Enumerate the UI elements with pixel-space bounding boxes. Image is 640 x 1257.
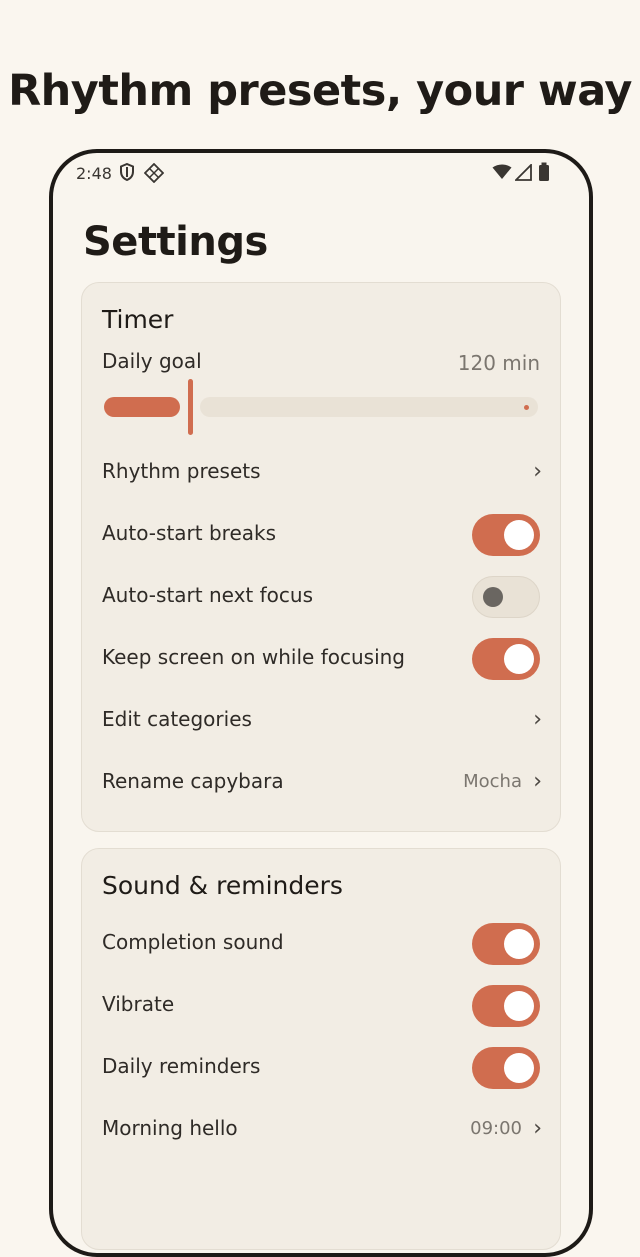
auto-start-next-focus-row: Auto-start next focus — [82, 569, 560, 625]
capybara-name-value: Mocha — [463, 771, 522, 792]
edit-categories-label: Edit categories — [102, 707, 252, 731]
page-title: Settings — [83, 219, 268, 265]
toggle-knob — [504, 991, 534, 1021]
edit-categories-row[interactable]: Edit categories › — [82, 693, 560, 749]
morning-hello-time: 09:00 — [470, 1118, 522, 1139]
auto-start-breaks-toggle[interactable] — [472, 514, 540, 556]
daily-goal-slider[interactable] — [102, 377, 540, 437]
auto-start-next-focus-label: Auto-start next focus — [102, 583, 313, 607]
status-time: 2:48 — [76, 164, 112, 183]
chevron-right-icon: › — [533, 1116, 542, 1141]
chevron-right-icon: › — [533, 707, 542, 732]
daily-reminders-toggle[interactable] — [472, 1047, 540, 1089]
toggle-knob — [504, 520, 534, 550]
toggle-knob — [504, 1053, 534, 1083]
auto-start-next-focus-toggle[interactable] — [472, 576, 540, 618]
chevron-right-icon: › — [533, 459, 542, 484]
vibrate-toggle[interactable] — [472, 985, 540, 1027]
keep-screen-on-toggle[interactable] — [472, 638, 540, 680]
timer-section-title: Timer — [102, 305, 174, 334]
chevron-right-icon: › — [533, 769, 542, 794]
daily-reminders-row: Daily reminders — [82, 1040, 560, 1096]
sound-section-title: Sound & reminders — [102, 871, 343, 900]
rename-capybara-row[interactable]: Rename capybara Mocha › — [82, 755, 560, 811]
slider-stop-indicator — [524, 405, 529, 410]
keep-screen-on-label: Keep screen on while focusing — [102, 645, 405, 669]
promo-headline: Rhythm presets, your way — [8, 66, 632, 116]
phone-frame: 2:48 Settings Timer Daily goal 120 min R… — [49, 149, 593, 1257]
completion-sound-label: Completion sound — [102, 930, 284, 954]
daily-goal-label: Daily goal — [102, 349, 202, 373]
completion-sound-toggle[interactable] — [472, 923, 540, 965]
daily-reminders-label: Daily reminders — [102, 1054, 261, 1078]
vibrate-row: Vibrate — [82, 978, 560, 1034]
slider-thumb[interactable] — [188, 379, 193, 435]
rename-capybara-label: Rename capybara — [102, 769, 284, 793]
status-bar: 2:48 — [53, 153, 589, 193]
completion-sound-row: Completion sound — [82, 916, 560, 972]
auto-start-breaks-label: Auto-start breaks — [102, 521, 277, 545]
morning-hello-label: Morning hello — [102, 1116, 238, 1140]
cell-signal-icon — [515, 164, 532, 181]
slider-active-track — [104, 397, 180, 417]
slider-inactive-track — [200, 397, 538, 417]
shield-icon — [120, 163, 134, 181]
vibrate-label: Vibrate — [102, 992, 175, 1016]
sound-reminders-card: Sound & reminders Completion sound Vibra… — [81, 848, 561, 1250]
morning-hello-row[interactable]: Morning hello 09:00 › — [82, 1102, 560, 1158]
battery-icon — [539, 162, 549, 181]
rhythm-presets-label: Rhythm presets — [102, 459, 261, 483]
toggle-knob — [504, 929, 534, 959]
rhythm-presets-row[interactable]: Rhythm presets › — [82, 445, 560, 501]
keep-screen-on-row: Keep screen on while focusing — [82, 631, 560, 687]
wifi-icon — [492, 164, 512, 179]
toggle-knob — [483, 587, 503, 607]
auto-start-breaks-row: Auto-start breaks — [82, 507, 560, 563]
timer-card: Timer Daily goal 120 min Rhythm presets … — [81, 282, 561, 832]
toggle-knob — [504, 644, 534, 674]
diamond-grid-icon — [144, 163, 164, 183]
daily-goal-value: 120 min — [457, 351, 540, 375]
